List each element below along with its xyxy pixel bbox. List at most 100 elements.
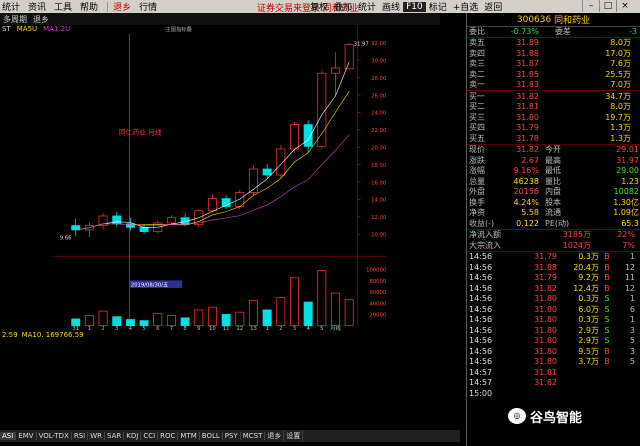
order-level-volume: 1.3万 (610, 123, 631, 133)
indicator-tab[interactable]: VOL-TDX (37, 432, 72, 440)
tick-time: 14:56 (469, 304, 493, 314)
quote-stat-label: 最高 (545, 155, 561, 165)
quote-stat-label: 流通 (545, 208, 561, 218)
volume-bar (303, 301, 313, 327)
toolbar-item[interactable]: F10 (403, 1, 426, 12)
quote-stat-label: 量比 (545, 176, 561, 186)
tick-time: 14:56 (469, 283, 493, 293)
fund-flow-label: 大宗流入 (469, 240, 501, 250)
quote-stat-label: PE(动) (545, 218, 570, 228)
indicator-tab[interactable]: EMV (16, 432, 37, 440)
price-axis-label: 32.00 (371, 41, 386, 47)
quote-stat-row: 换手 4.24% 股本 1.30亿 (467, 197, 640, 208)
indicator-tab[interactable]: CCI (141, 432, 159, 440)
fund-flow-value: 1024万 (562, 240, 591, 250)
toolbar-item[interactable]: 画线 (379, 0, 403, 13)
kline-chart[interactable]: 32.00 30.00 28.00 26.00 24.00 22.00 20.00 18.00… (0, 25, 440, 331)
minimize-icon[interactable]: – (582, 0, 599, 12)
tick-quantity: 20.4万 (573, 262, 599, 272)
tick-row: 15:00 (467, 388, 640, 399)
toolbar-item[interactable]: 叠加 (331, 0, 355, 13)
quote-stat-label: 内盘 (545, 187, 561, 197)
candle-body (317, 72, 327, 147)
toolbar-item[interactable]: 标记 (426, 0, 450, 13)
chart-header: 多周期 退乡 (0, 13, 440, 25)
toolbar-item[interactable]: 复权 (307, 0, 331, 13)
tick-count: 12 (624, 262, 635, 272)
indicator-tab[interactable]: KDJ (124, 432, 142, 440)
fund-flows: 净流入额 3185万 22% 大宗流入 1024万 7% (467, 228, 640, 251)
order-level-price: 31.88 (516, 48, 539, 58)
order-level-row: 卖五 31.89 8.0万 (467, 38, 640, 49)
quote-stat-row: 涨幅 9.16% 最低 29.00 (467, 166, 640, 177)
indicator-tab[interactable]: ASI (0, 432, 17, 440)
indicator-tab[interactable]: SAR (105, 432, 125, 440)
stock-name: 同和药业 (554, 16, 591, 26)
order-level-price: 31.81 (516, 102, 539, 112)
volume-bar (317, 270, 327, 327)
tick-time: 15:00 (469, 388, 493, 398)
volume-bar (84, 315, 94, 327)
menu-item-market[interactable]: 行情 (137, 0, 163, 13)
order-level-price: 31.78 (516, 133, 539, 143)
order-level-label: 卖三 (469, 59, 485, 69)
quote-stat-label: 涨幅 (469, 166, 485, 176)
indicator-tab[interactable]: MTM (178, 432, 200, 440)
tick-list[interactable]: 14:56 31.79 0.3万 B 1 14:56 31.88 20.4万 B 12 14:56 3… (467, 250, 640, 399)
tick-row: 14:56 31.80 0.3万 S 1 (467, 315, 640, 326)
quote-stat-row: 总量 46238 量比 1.23 (467, 176, 640, 187)
price-axis-label: 16.00 (371, 180, 386, 186)
quote-stat-value: 46238 (513, 176, 539, 186)
tick-time: 14:56 (469, 252, 493, 262)
chart-tab[interactable]: 退乡 (30, 14, 52, 25)
menu-item-tools[interactable]: 工具 (52, 0, 78, 13)
quote-stat-value: 29.00 (616, 166, 639, 176)
quote-stat-label: 涨跌 (469, 155, 485, 165)
indicator-tab[interactable]: ROC (158, 432, 179, 440)
tick-side: B (604, 357, 610, 367)
candle-body (166, 217, 176, 224)
tick-row: 14:56 31.79 0.3万 B 1 (467, 252, 640, 263)
indicator-tab[interactable]: 退乡 (265, 431, 285, 441)
price-axis-label: 22.00 (371, 128, 386, 134)
tick-row: 14:56 31.82 12.4万 B 12 (467, 283, 640, 294)
menu-item-system[interactable]: 统计 (0, 0, 26, 13)
menu-divider (107, 1, 109, 12)
indicator-tab[interactable]: PSY (223, 432, 241, 440)
candle-body (289, 124, 299, 150)
menu-item-exit[interactable]: 退乡 (111, 0, 137, 13)
menu-item-help[interactable]: 帮助 (78, 0, 104, 13)
close-icon[interactable]: × (616, 0, 633, 12)
indicator-tab[interactable]: MCST (241, 432, 266, 440)
toolbar-actions: 复权 叠加 统计 画线 F10 标记 +自选 返回 (307, 0, 505, 13)
indicator-tabs: ASI EMV VOL-TDX RSI WR SAR KDJ CCI ROC MTM BOLL PSY… (0, 430, 460, 442)
toolbar-item[interactable]: 返回 (481, 0, 505, 13)
tick-side: S (604, 315, 610, 325)
toolbar-item[interactable]: 统计 (355, 0, 379, 13)
order-level-price: 31.89 (516, 38, 539, 48)
volume-bar (125, 319, 135, 327)
quote-stat-row: 外盘 20156 内盘 10082 (467, 187, 640, 198)
tick-side: S (604, 294, 610, 304)
order-ratio-value: -0.73% (510, 27, 539, 37)
maximize-icon[interactable]: □ (599, 0, 616, 12)
indicator-tab[interactable]: 设置 (284, 431, 304, 441)
indicator-tab[interactable]: BOLL (200, 432, 223, 440)
x-axis-label: 5 (320, 326, 323, 331)
tick-side: B (604, 252, 610, 262)
toolbar-item[interactable]: +自选 (450, 0, 482, 13)
price-axis-label: 30.00 (371, 58, 386, 64)
tick-count: 12 (624, 283, 635, 293)
indicator-tab[interactable]: WR (88, 432, 106, 440)
fund-flow-label: 净流入额 (469, 230, 501, 240)
indicator-tab[interactable]: RSI (72, 432, 89, 440)
menu-bar: 统计 资讯 工具 帮助 退乡 行情 证券交易来登录 同和药业 复权 叠加 统计 画线 F… (0, 0, 640, 14)
tick-side: B (604, 273, 610, 283)
period-selector[interactable]: 多周期 (0, 14, 30, 25)
price-axis-label: 24.00 (371, 111, 386, 117)
quote-stat-label: 换手 (469, 197, 485, 207)
menu-item-news[interactable]: 资讯 (26, 0, 52, 13)
x-axis-label: 13 (250, 326, 257, 331)
window-controls: – □ × (582, 0, 633, 13)
quote-stat-value: 65.3 (621, 218, 639, 228)
